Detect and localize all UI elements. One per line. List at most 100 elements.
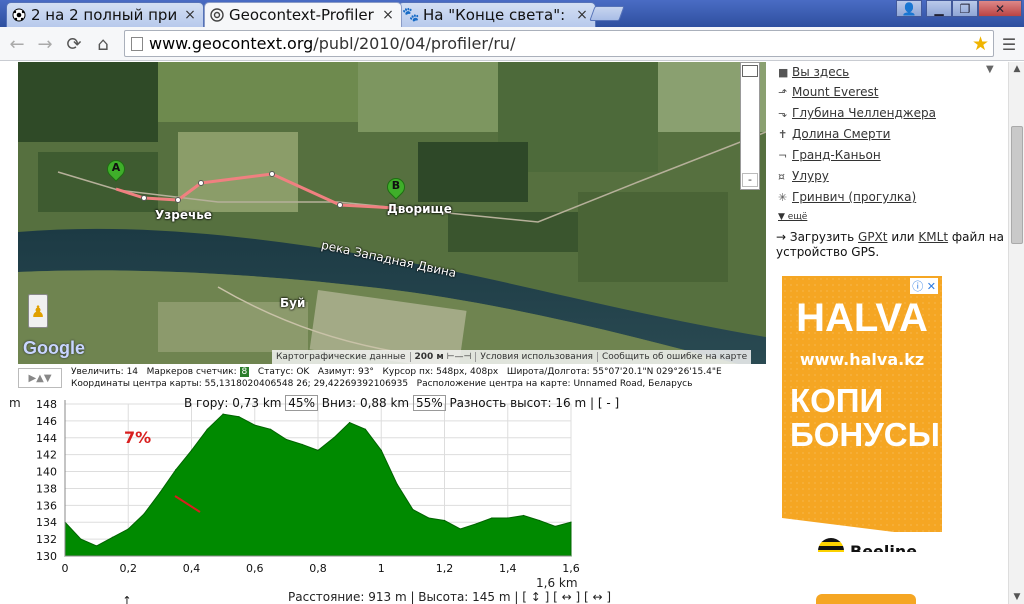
place-everest[interactable]: ⬏ Mount Everest [778,82,879,102]
restore-button[interactable]: ❐ [952,0,978,17]
forward-arrow-icon[interactable]: → [34,33,56,55]
x-tick-label: 0,4 [183,562,201,575]
page-scrollbar[interactable]: ▲ ▼ [1008,62,1024,604]
tab-title: Geocontext-Profiler [229,6,374,24]
y-tick-label: 130 [36,550,57,563]
close-tab-icon[interactable]: × [575,7,589,23]
tab-title: 2 на 2 полный при [31,6,178,24]
elevation-point [491,517,493,519]
zoom-out-button[interactable]: - [742,173,758,187]
place-uluru[interactable]: ¤ Улуру [778,166,829,186]
elevation-point [412,509,414,511]
scroll-thumb[interactable] [1011,126,1023,244]
elevation-point [111,536,113,538]
cursor-marker-icon: ↑ [122,594,131,604]
reload-icon[interactable]: ⟳ [63,33,85,55]
place-death-valley[interactable]: ✝ Долина Смерти [778,124,890,144]
tab-end-of-world[interactable]: 🐾 На "Конце света": × [398,2,596,27]
menu-icon[interactable]: ☰ [998,33,1020,55]
street-view-pegman-icon[interactable]: ♟ [28,294,48,328]
down-percent: 55% [412,395,446,411]
ad-choices-icon[interactable]: ⓘ ✕ [910,278,938,294]
address-bar[interactable]: www.geocontext.org/publ/2010/04/profiler… [124,30,994,57]
kml-link[interactable]: KMLt [918,230,948,244]
zoom-handle[interactable] [742,65,758,77]
close-tab-icon[interactable]: × [183,7,197,23]
tab-soccer[interactable]: 2 на 2 полный при × [6,2,204,27]
status-line-2: Координаты центра карты: 55,131802040654… [71,379,693,389]
scroll-down-icon[interactable]: ▼ [1009,590,1024,604]
x-tick-label: 0 [62,562,69,575]
tab-title: На "Конце света": [423,6,566,24]
elevation-chart[interactable]: 130 132 134 136 138 140 142 144 146 148 0 0,2 0,4 0,6… [0,394,600,604]
elevation-point [443,519,446,522]
user-icon[interactable]: 👤 [896,0,922,17]
elevation-profile: 130 132 134 136 138 140 142 144 146 148 0 0,2 0,4 0,6… [0,394,619,604]
bookmark-star-icon[interactable]: ★ [972,33,989,55]
elevation-point [222,413,224,415]
marker-a[interactable]: A [103,156,129,186]
map-terms-link[interactable]: Условия использования [476,352,598,362]
profile-toggle[interactable]: | [ - ] [590,396,619,410]
more-link[interactable]: ▼ ещё [778,212,807,222]
profile-stats: В гору: 0,73 km 45% Вниз: 0,88 km 55% Ра… [184,395,620,411]
map-report-link[interactable]: Сообщить об ошибке на карте [598,352,751,362]
tab-geocontext[interactable]: Geocontext-Profiler × [204,2,402,27]
elevation-point [475,523,477,525]
elevation-point [285,438,287,441]
map-scale: 200 м ⊢—⊣ [411,352,477,362]
map-data-link[interactable]: Картографические данные [272,352,411,362]
y-tick-label: 142 [36,449,57,462]
y-tick-label: 136 [36,499,57,512]
place-greenwich[interactable]: ✳ Гринвич (прогулка) [778,187,916,207]
halva-ad-banner[interactable]: ⓘ ✕ HALVA www.halva.kz КОПИ БОНУСЫ! Beeli… [782,276,942,552]
elevation-point [380,449,382,451]
x-axis-unit: 1,6 km [536,576,578,590]
scroll-up-icon[interactable]: ▲ [1009,62,1024,76]
satellite-map[interactable]: A B Узречье Дворище река Западная Двина … [18,62,766,364]
grade-label: 7% [124,428,152,447]
back-arrow-icon[interactable]: ← [6,33,28,55]
elevation-point [254,424,256,426]
elevation-point [143,513,145,515]
place-you-are-here[interactable]: ■ Вы здесь [778,62,849,82]
x-tick-label: 0,8 [309,562,327,575]
minimize-button[interactable]: ▁ [926,0,952,17]
arrow-up-icon: ⬏ [778,85,788,99]
pin-icon: ■ [778,65,789,79]
place-challenger[interactable]: ⬎ Глубина Челленджера [778,103,936,123]
place-grand-canyon[interactable]: ¬ Гранд-Каньон [778,145,881,165]
ad-headline: КОПИ БОНУСЫ! [790,382,942,453]
elevation-point [396,483,398,485]
soccer-ball-icon [11,7,27,23]
map-status: ▶▲▼ Увеличить: 14 Маркеров счетчик: 8 Ст… [18,366,766,392]
collapse-icon[interactable]: ▼ [986,64,994,75]
elevation-point [80,538,82,540]
browser-toolbar: ← → ⟳ ⌂ www.geocontext.org/publ/2010/04/… [0,27,1024,61]
elevation-point [127,528,129,530]
close-window-button[interactable]: ✕ [978,0,1022,17]
x-tick-label: 1,2 [436,562,454,575]
google-logo: Google [23,338,85,358]
globe-icon [209,7,225,23]
gpx-link[interactable]: GPXt [858,230,887,244]
playback-controls[interactable]: ▶▲▼ [18,368,62,388]
elevation-point [349,422,351,424]
url-text: www.geocontext.org/publ/2010/04/profiler… [149,34,516,53]
star-icon: ¤ [778,169,785,183]
marker-b[interactable]: B [383,174,409,204]
map-label-dvorishche: Дворище [387,202,452,216]
up-percent: 45% [285,395,318,411]
home-icon[interactable]: ⌂ [92,33,114,55]
elevation-point [190,449,193,451]
x-tick-label: 0,6 [246,562,264,575]
y-tick-label: 140 [36,466,57,479]
elevation-point [317,449,319,451]
new-tab-button[interactable] [589,6,625,21]
x-tick-label: 1,4 [499,562,517,575]
zoom-slider[interactable]: - [740,62,760,190]
x-tick-label: 1,6 [562,562,580,575]
close-tab-icon[interactable]: × [381,7,395,23]
bracket-icon: ¬ [778,148,788,162]
y-tick-label: 148 [36,398,57,411]
